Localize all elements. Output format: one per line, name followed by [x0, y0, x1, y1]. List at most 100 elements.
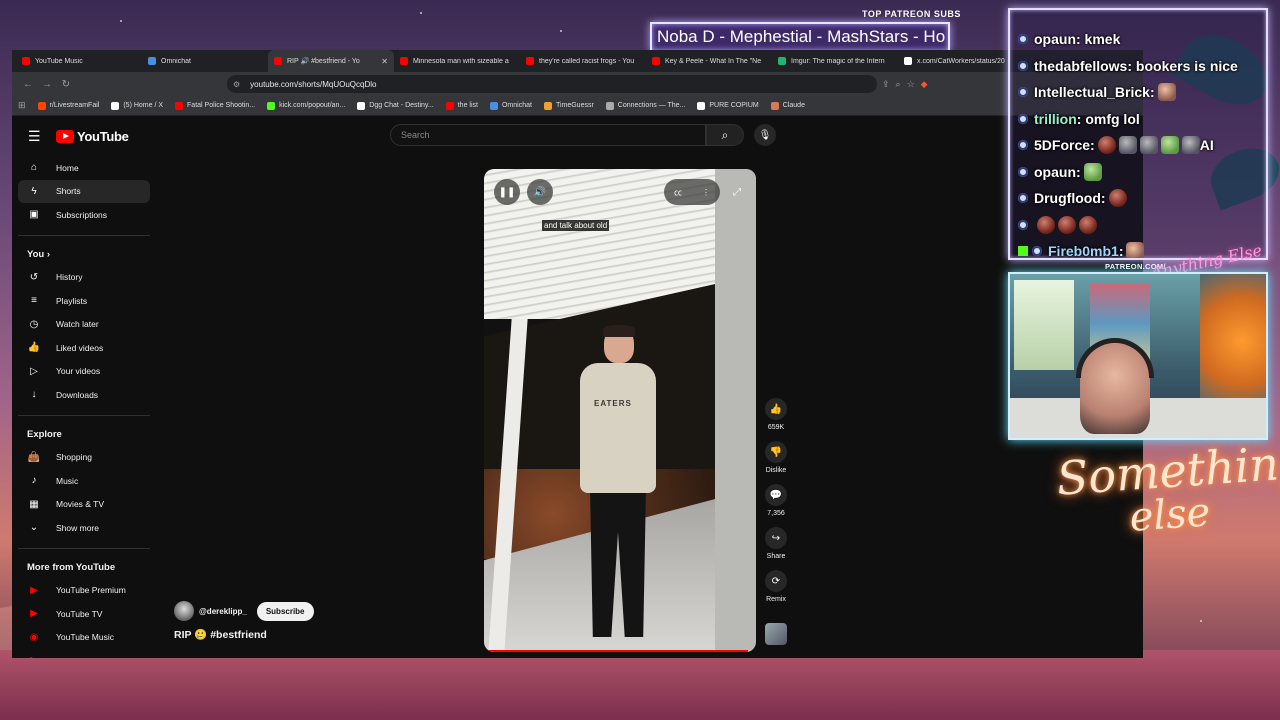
tab-label: Imgur: The magic of the Intern [791, 57, 885, 65]
channel-avatar[interactable] [174, 601, 194, 621]
remix-icon[interactable]: ⟳ [765, 570, 787, 592]
bookmark-item[interactable]: Omnichat [489, 101, 532, 110]
forward-icon[interactable]: → [39, 76, 55, 92]
logo-text: YouTube [77, 128, 129, 144]
channel-handle[interactable]: @dereklipp_ [199, 607, 247, 616]
chat-message: Drugflood: [1018, 185, 1266, 212]
sidebar-item[interactable]: 👍 Liked videos [18, 336, 150, 360]
chat-text: : [1118, 243, 1124, 260]
bookmark-label: (5) Home / X [123, 102, 164, 109]
chat-badge-icon [1018, 193, 1028, 204]
tab-close-icon[interactable]: ✕ [381, 57, 388, 66]
search-input[interactable]: Search [390, 124, 706, 146]
browser-tab[interactable]: Omnichat [142, 50, 268, 72]
sidebar-item[interactable]: ▶ YouTube TV [18, 602, 150, 626]
video-progress-bar[interactable] [484, 650, 756, 652]
bookmark-item[interactable]: TimeGuessr [543, 101, 594, 110]
bookmark-label: the list [457, 102, 478, 109]
bookmark-item[interactable]: the list [445, 101, 478, 110]
bookmark-item[interactable]: Dgg Chat - Destiny... [357, 101, 434, 110]
youtube-play-icon [56, 129, 74, 143]
chat-message [1018, 212, 1266, 239]
captions-icon[interactable]: ㏄ [674, 187, 682, 198]
share-icon[interactable]: ⇪ [882, 79, 890, 90]
pause-button[interactable]: ❚❚ [494, 179, 520, 205]
browser-tab[interactable]: Minnesota man with sizeable a [394, 50, 520, 72]
bookmark-favicon-icon [605, 101, 614, 110]
address-bar[interactable]: ⚙ youtube.com/shorts/MqUOuQcqDlo [227, 75, 877, 93]
chat-text: : omfg lol [1076, 110, 1140, 127]
youtube-logo[interactable]: YouTube [56, 129, 129, 144]
sidebar-item[interactable]: ◉ YouTube Music [18, 626, 150, 650]
comments-icon[interactable]: 💬 [765, 484, 787, 506]
browser-tab[interactable]: Imgur: The magic of the Intern [772, 50, 898, 72]
search-button[interactable]: ⌕ [706, 124, 744, 146]
star-icon[interactable]: ☆ [907, 79, 915, 90]
sidebar-item[interactable]: ▶ YouTube Premium [18, 579, 150, 603]
bookmark-item[interactable]: Fatal Police Shootin... [175, 101, 256, 110]
bookmark-label: Fatal Police Shootin... [187, 102, 256, 109]
short-video-player[interactable]: EATERS ❚❚ 🔊 ㏄ ⋮ ⤢ and talk about old [484, 169, 756, 652]
sidebar-item[interactable]: ϟ Shorts [18, 179, 150, 203]
dislike-icon[interactable]: 👎 [765, 441, 787, 463]
sidebar-you-heading[interactable]: You › [18, 244, 150, 266]
sidebar-item-label: Your videos [56, 366, 101, 377]
site-info-icon[interactable]: ⚙ [233, 80, 240, 89]
bookmark-item[interactable]: kick.com/popout/an... [267, 101, 345, 110]
short-title[interactable]: RIP 🥲 #bestfriend [174, 628, 267, 641]
zoom-icon[interactable]: ⌕ [896, 79, 901, 90]
sidebar-item[interactable]: ↓ Downloads [18, 383, 150, 407]
reload-icon[interactable]: ↻ [58, 76, 74, 92]
sidebar-item[interactable]: ▷ Your videos [18, 360, 150, 384]
video-caption: and talk about old [542, 220, 610, 231]
back-icon[interactable]: ← [20, 76, 36, 92]
comments-label: 7,356 [767, 510, 785, 517]
browser-tab[interactable]: x.com/CatWorkers/status/20 [898, 50, 1024, 72]
sidebar-item[interactable]: ▦ Movies & TV [18, 493, 150, 517]
apps-icon[interactable]: ⊞ [18, 100, 26, 111]
volume-button[interactable]: 🔊 [527, 179, 553, 205]
sidebar-item-icon: ◉ [29, 631, 39, 643]
sidebar-item-icon: ▷ [30, 365, 38, 377]
more-icon[interactable]: ⋮ [702, 188, 710, 197]
bookmark-item[interactable]: r/LivestreamFail [37, 101, 99, 110]
browser-tab[interactable]: they're called racist frogs - You [520, 50, 646, 72]
emote-icon [1037, 215, 1055, 234]
sidebar-item[interactable]: ≡ Playlists [18, 289, 150, 313]
bookmark-item[interactable]: Connections — The... [605, 101, 685, 110]
chat-badge-icon [1018, 219, 1028, 230]
menu-icon[interactable]: ☰ [28, 128, 46, 145]
voice-search-button[interactable]: 🎙 [754, 124, 776, 146]
sidebar-item[interactable]: ↺ History [18, 266, 150, 290]
tab-favicon-icon [904, 57, 912, 65]
sidebar-item[interactable]: ▣ Subscriptions [18, 203, 150, 227]
sidebar-item-label: Liked videos [56, 342, 104, 353]
emote-icon [1160, 136, 1179, 155]
sidebar-item[interactable]: ▶ YouTube Kids [18, 649, 150, 658]
bookmark-item[interactable]: Claude [770, 101, 805, 110]
fullscreen-button[interactable]: ⤢ [724, 179, 750, 205]
browser-tab[interactable]: YouTube Music [16, 50, 142, 72]
browser-tab[interactable]: RIP 🔊 #bestfriend - Yo ✕ [268, 50, 394, 72]
brave-shield-icon[interactable]: ◆ [921, 79, 928, 90]
stream-chat-overlay: opaun: kmek thedabfellows: bookers is nic… [1008, 8, 1268, 260]
sidebar-item[interactable]: ⌂ Home [18, 156, 150, 180]
chat-message: opaun: [1018, 159, 1266, 186]
subscribe-button[interactable]: Subscribe [256, 601, 314, 621]
sidebar-item[interactable]: ♪ Music [18, 469, 150, 493]
share-icon[interactable]: ↪ [765, 527, 787, 549]
chat-badge-icon [1018, 140, 1028, 151]
bookmark-item[interactable]: PURE COPIUM [697, 101, 759, 110]
remix-sound-thumbnail[interactable] [765, 623, 787, 645]
like-icon[interactable]: 👍 [765, 398, 787, 420]
browser-tab[interactable]: Key & Peele - What In The "Ne [646, 50, 772, 72]
bookmark-item[interactable]: (5) Home / X [111, 101, 164, 110]
sidebar-item-label: Playlists [56, 295, 88, 306]
sidebar-item[interactable]: ⌄ Show more [18, 516, 150, 540]
chat-username: opaun [1034, 163, 1076, 180]
hoodie-text: EATERS [594, 399, 632, 408]
bookmark-label: Claude [782, 102, 805, 109]
extension-icons: ⇪ ⌕ ☆ ◆ [882, 79, 928, 90]
sidebar-item[interactable]: 👜 Shopping [18, 446, 150, 470]
sidebar-item[interactable]: ◷ Watch later [18, 313, 150, 337]
